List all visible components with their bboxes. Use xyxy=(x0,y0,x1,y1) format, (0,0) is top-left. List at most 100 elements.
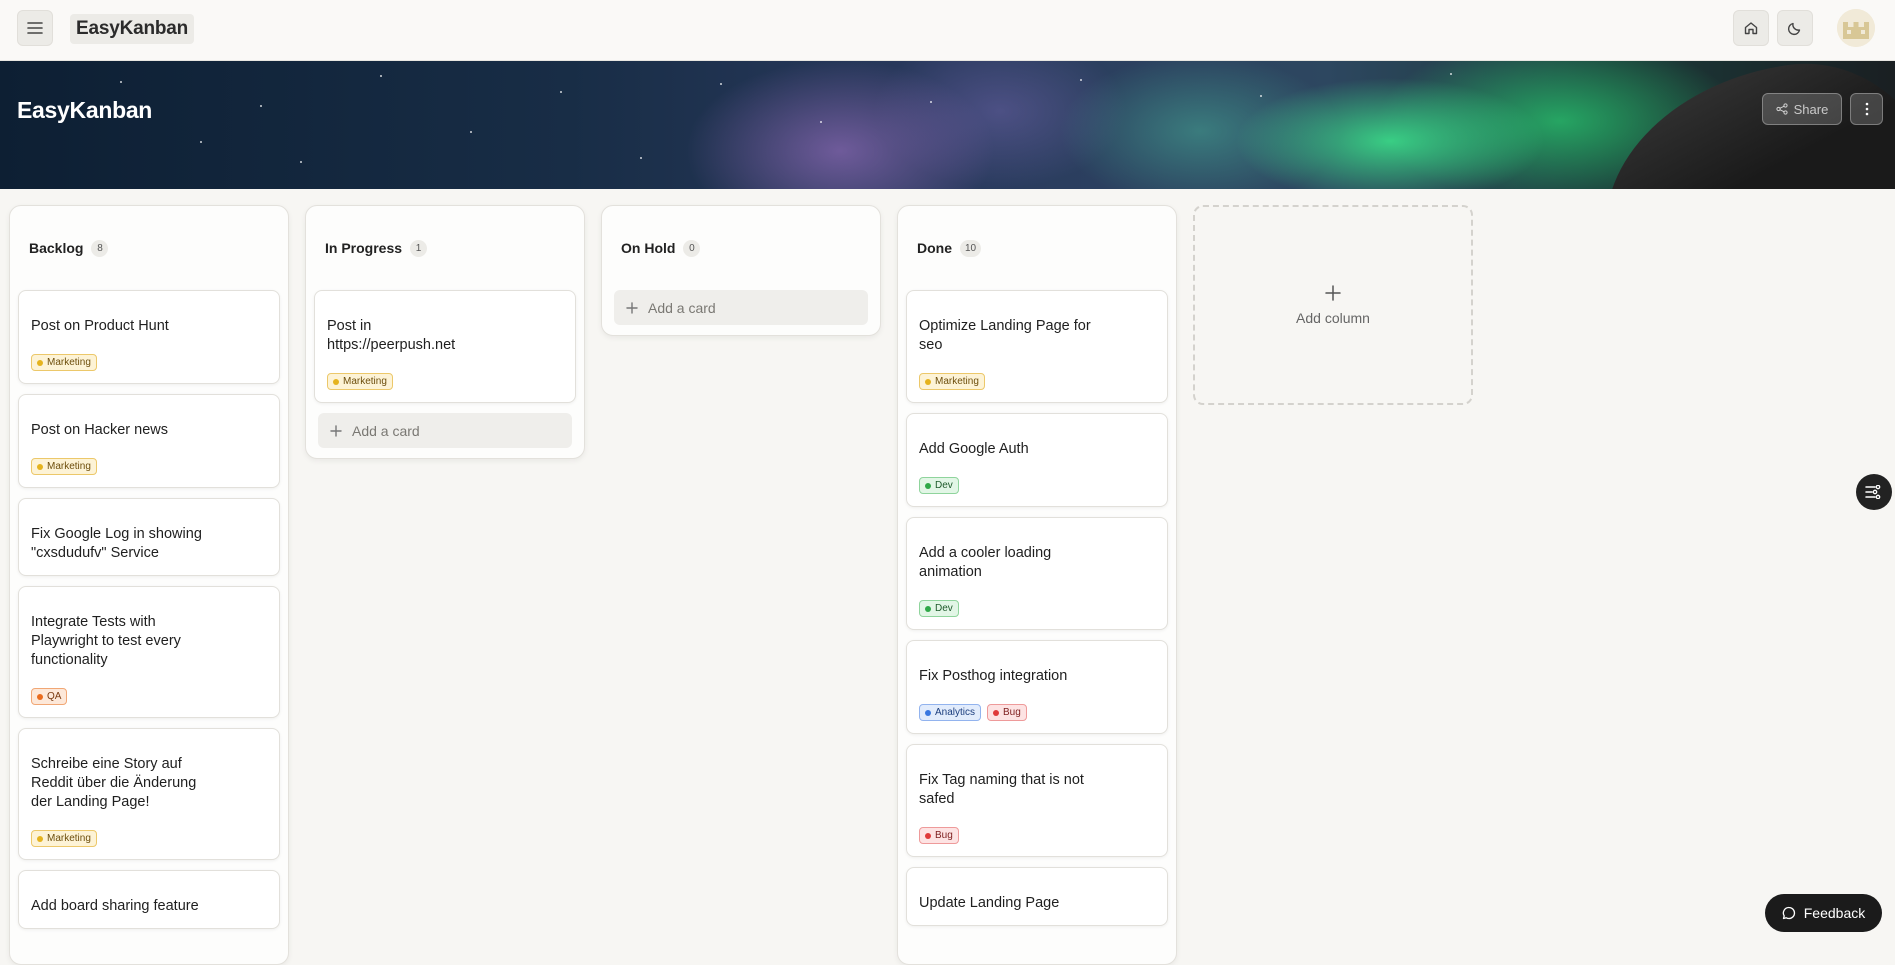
column-backlog: Backlog 8 Post on Product Hunt Marketing Pos… xyxy=(9,205,289,965)
tag-label: Dev xyxy=(935,480,953,491)
plus-icon xyxy=(626,301,638,314)
tag-marketing: Marketing xyxy=(919,373,985,390)
tag-marketing: Marketing xyxy=(327,373,393,390)
home-button[interactable] xyxy=(1733,10,1769,46)
task-card[interactable]: Add a cooler loading animation Dev xyxy=(906,517,1168,630)
card-title: Add board sharing feature xyxy=(31,898,199,914)
column-card-count: 10 xyxy=(960,239,982,257)
tag-qa: QA xyxy=(31,688,68,705)
tag-dev: Dev xyxy=(919,600,959,617)
card-tags: Marketing xyxy=(31,830,267,847)
column-card-count: 0 xyxy=(683,239,701,257)
tag-dot-icon xyxy=(333,378,339,385)
column-header[interactable]: On Hold 0 xyxy=(602,206,880,290)
board-options-button[interactable] xyxy=(1850,93,1883,125)
column-title[interactable]: Done xyxy=(917,240,952,256)
task-card[interactable]: Optimize Landing Page for seo Marketing xyxy=(906,290,1168,403)
tag-bug: Bug xyxy=(987,704,1027,721)
card-tags: Marketing xyxy=(31,458,267,475)
tag-bug: Bug xyxy=(919,827,959,844)
tag-label: Marketing xyxy=(47,357,91,368)
column-title[interactable]: In Progress xyxy=(325,240,402,256)
task-card[interactable]: Post on Product Hunt Marketing xyxy=(18,290,280,384)
card-tags: QA xyxy=(31,688,267,705)
card-title: Fix Tag naming that is not safed xyxy=(919,772,1084,807)
plus-icon xyxy=(1325,285,1341,301)
column-header[interactable]: Backlog 8 xyxy=(10,206,288,290)
card-title: Post on Hacker news xyxy=(31,422,169,438)
card-tags: Bug xyxy=(919,827,1155,844)
card-tags: Analytics Bug xyxy=(919,704,1155,721)
tag-label: Dev xyxy=(935,603,953,614)
tag-analytics: Analytics xyxy=(919,704,982,721)
add-card-button[interactable]: Add a card xyxy=(614,290,868,325)
card-title: Add Google Auth xyxy=(919,441,1029,457)
card-tags: Dev xyxy=(919,477,1155,494)
theme-toggle-button[interactable] xyxy=(1777,10,1813,46)
card-title: Schreibe eine Story auf Reddit über die … xyxy=(31,756,197,810)
card-title: Integrate Tests with Playwright to test … xyxy=(31,614,181,668)
tag-label: Marketing xyxy=(47,833,91,844)
card-title: Post in https://peerpush.net xyxy=(327,318,456,353)
task-card[interactable]: Add Google Auth Dev xyxy=(906,413,1168,507)
top-bar: EasyKanban xyxy=(0,0,1895,61)
tag-label: Analytics xyxy=(935,707,976,718)
task-card[interactable]: Post in https://peerpush.net Marketing xyxy=(314,290,576,403)
tag-dot-icon xyxy=(37,359,43,366)
avatar-image-icon xyxy=(1837,9,1875,47)
board-banner: EasyKanban Share xyxy=(0,61,1895,189)
add-card-label: Add a card xyxy=(352,422,420,439)
brand-logo[interactable]: EasyKanban xyxy=(70,14,195,44)
plus-icon xyxy=(330,424,342,437)
tag-dot-icon xyxy=(925,709,931,716)
card-title: Fix Google Log in showing "cxsdudufv" Se… xyxy=(31,526,202,561)
task-card[interactable]: Fix Google Log in showing "cxsdudufv" Se… xyxy=(18,498,280,576)
task-card[interactable]: Update Landing Page xyxy=(906,867,1168,926)
task-card[interactable]: Schreibe eine Story auf Reddit über die … xyxy=(18,728,280,860)
board-title[interactable]: EasyKanban xyxy=(17,97,152,124)
task-card[interactable]: Fix Posthog integration Analytics Bug xyxy=(906,640,1168,734)
tag-label: Bug xyxy=(1003,707,1021,718)
card-tags: Marketing xyxy=(327,373,563,390)
feedback-label: Feedback xyxy=(1803,905,1866,921)
card-title: Add a cooler loading animation xyxy=(919,545,1052,580)
task-card[interactable]: Integrate Tests with Playwright to test … xyxy=(18,586,280,718)
tag-dot-icon xyxy=(925,832,931,839)
tag-dot-icon xyxy=(37,835,43,842)
share-icon xyxy=(1776,103,1788,115)
tag-dot-icon xyxy=(925,605,931,612)
share-button[interactable]: Share xyxy=(1762,93,1842,125)
feedback-button[interactable]: Feedback xyxy=(1765,894,1882,932)
add-card-button[interactable]: Add a card xyxy=(318,413,572,448)
tag-label: Bug xyxy=(935,830,953,841)
column-header[interactable]: Done 10 xyxy=(898,206,1176,290)
avatar[interactable] xyxy=(1837,9,1875,47)
card-tags: Dev xyxy=(919,600,1155,617)
column-in-progress: In Progress 1 Post in https://peerpush.net… xyxy=(305,205,585,459)
tag-marketing: Marketing xyxy=(31,354,97,371)
column-title[interactable]: Backlog xyxy=(29,240,83,256)
share-label: Share xyxy=(1793,101,1829,117)
banner-hill xyxy=(1586,61,1895,189)
task-card[interactable]: Add board sharing feature xyxy=(18,870,280,929)
menu-button[interactable] xyxy=(17,10,53,46)
tag-dev: Dev xyxy=(919,477,959,494)
home-icon xyxy=(1744,22,1758,35)
column-title[interactable]: On Hold xyxy=(621,240,675,256)
column-done: Done 10 Optimize Landing Page for seo Marke… xyxy=(897,205,1177,965)
filter-icon xyxy=(1865,485,1881,499)
column-header[interactable]: In Progress 1 xyxy=(306,206,584,290)
task-card[interactable]: Post on Hacker news Marketing xyxy=(18,394,280,488)
tag-label: Marketing xyxy=(47,461,91,472)
menu-icon xyxy=(27,22,43,34)
tag-dot-icon xyxy=(37,693,43,700)
task-card[interactable]: Fix Tag naming that is not safed Bug xyxy=(906,744,1168,857)
add-column-button[interactable]: Add column xyxy=(1193,205,1473,405)
card-title: Fix Posthog integration xyxy=(919,668,1068,684)
column-on-hold: On Hold 0 Add a card xyxy=(601,205,881,336)
tag-label: Marketing xyxy=(935,376,979,387)
filter-button[interactable] xyxy=(1856,474,1892,510)
tag-label: QA xyxy=(47,691,62,702)
card-title: Optimize Landing Page for seo xyxy=(919,318,1091,353)
tag-marketing: Marketing xyxy=(31,458,97,475)
